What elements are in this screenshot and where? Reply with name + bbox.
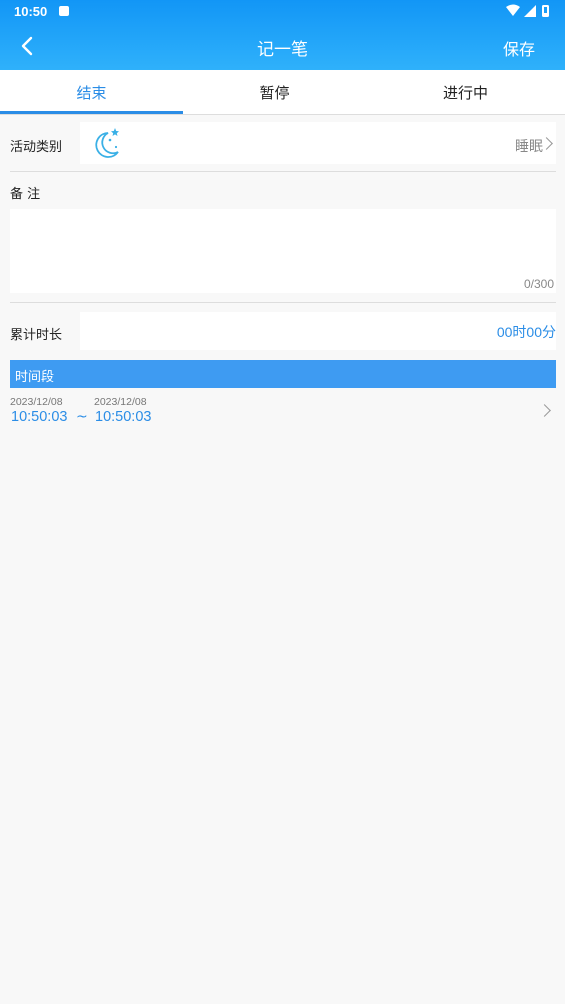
app-header: 10:50 记一笔 保存 [0, 0, 565, 70]
note-label: 备 注 [10, 187, 41, 202]
duration-field[interactable]: 00时00分 [80, 312, 556, 350]
divider [10, 302, 556, 303]
start-date: 2023/12/08 [10, 396, 63, 408]
end-time: 10:50:03 [95, 409, 152, 425]
divider [10, 171, 556, 172]
page-title: 记一笔 [257, 40, 308, 60]
duration-label: 累计时长 [10, 328, 63, 343]
time-period-row[interactable]: 2023/12/08 10:50:03 ~ 2023/12/08 10:50:0… [0, 388, 565, 432]
duration-value: 00时00分 [496, 324, 556, 340]
nav-bar: 记一笔 保存 [0, 24, 565, 70]
chevron-right-icon [538, 404, 551, 417]
tab-in-progress[interactable]: 进行中 [366, 70, 565, 114]
note-char-count: 0/300 [523, 277, 554, 291]
status-icons [506, 4, 549, 17]
signal-icon [524, 5, 536, 17]
tab-indicator [0, 111, 183, 114]
start-time: 10:50:03 [11, 409, 68, 425]
tab-finished[interactable]: 结束 [0, 70, 183, 114]
category-selector[interactable]: 睡眠 [80, 122, 556, 164]
time-separator: ~ [76, 409, 88, 425]
end-date: 2023/12/08 [94, 396, 147, 408]
category-value: 睡眠 [515, 139, 543, 155]
tab-paused[interactable]: 暂停 [183, 70, 366, 114]
moon-stars-icon [95, 128, 119, 158]
status-time: 10:50 [14, 4, 48, 19]
category-label: 活动类别 [10, 140, 63, 155]
save-button[interactable]: 保存 [503, 36, 535, 60]
notification-icon [59, 6, 69, 16]
note-input[interactable]: 0/300 [10, 209, 556, 293]
wifi-icon [506, 4, 520, 16]
status-tabs: 结束 暂停 进行中 [0, 70, 565, 115]
time-period-header: 时间段 [10, 360, 556, 388]
status-bar: 10:50 [0, 0, 565, 24]
section-title: 时间段 [15, 370, 55, 385]
